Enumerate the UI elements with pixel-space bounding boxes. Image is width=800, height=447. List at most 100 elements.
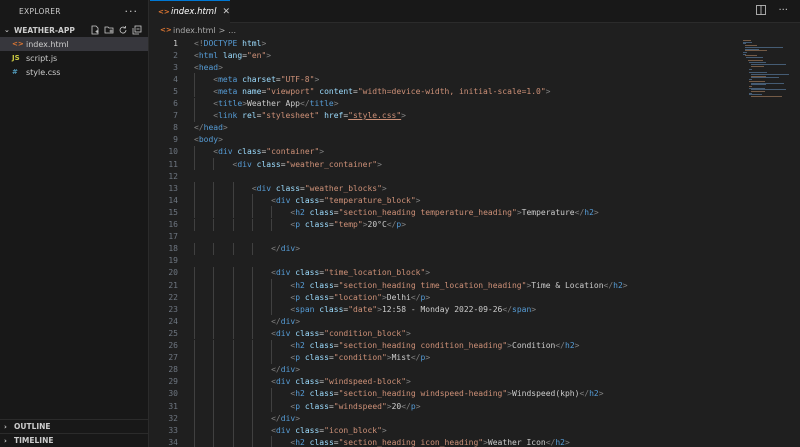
code-line[interactable]: 1 <!DOCTYPE html> [150, 37, 740, 49]
code-line[interactable]: 25 <div class="condition_block"> [150, 327, 740, 340]
new-file-icon[interactable] [90, 25, 100, 35]
code-token: </ [603, 280, 614, 290]
breadcrumb-file[interactable]: index.html [173, 26, 216, 35]
code-line[interactable]: 10 <div class="container"> [150, 145, 740, 158]
indent-guide [251, 206, 253, 219]
code-token: > [381, 425, 387, 435]
code-line[interactable]: 3 <head> [150, 61, 740, 73]
refresh-icon[interactable] [118, 25, 128, 35]
line-number: 32 [168, 413, 178, 423]
code-line[interactable]: 2 <html lang="en"> [150, 49, 740, 61]
code-line[interactable]: 27 <p class="condition">Mist</p> [150, 351, 740, 364]
timeline-section[interactable]: › TIMELINE [0, 433, 149, 447]
code-token: <! [194, 38, 204, 48]
code-line[interactable]: 5 <meta name="viewport" content="width=de… [150, 85, 740, 98]
code-text: <h2 class="section_heading icon_heading"… [290, 438, 569, 447]
code-line[interactable]: 9 <body> [150, 134, 740, 146]
line-number: 18 [168, 244, 178, 254]
code-token: h2 [589, 389, 599, 399]
code-text: <meta name="viewport" content="width=dev… [213, 87, 550, 96]
code-line[interactable]: 6 <title>Weather App</title> [150, 97, 740, 110]
indent-guide [271, 436, 273, 447]
code-line[interactable]: 31 <p class="windspeed">20</p> [150, 400, 740, 412]
line-number: 5 [173, 86, 178, 96]
file-item-index-html[interactable]: <> index.html [0, 37, 148, 51]
code-line[interactable]: 23 <span class="date">12:58 - Monday 2022… [150, 303, 740, 316]
code-token: h2 [295, 341, 305, 350]
code-line[interactable]: 7 <link rel="stylesheet" href="style.css"… [150, 109, 740, 122]
code-token: 20°C [367, 220, 387, 229]
indent-guide [194, 242, 195, 255]
outline-section[interactable]: › OUTLINE [0, 419, 149, 433]
code-token: </ [555, 341, 565, 350]
code-line[interactable]: 17 [150, 231, 740, 243]
code-token: > [593, 207, 599, 217]
code-line[interactable]: 34 <h2 class="section_heading icon_headin… [150, 436, 740, 447]
breadcrumb-rest[interactable]: ... [228, 26, 236, 35]
indent-guide [213, 387, 215, 400]
code-line[interactable]: 30 <h2 class="section_heading windspeed-h… [150, 387, 740, 400]
code-line[interactable]: 22 <p class="location">Delhi</p> [150, 291, 740, 304]
code-token: "UTF-8" [280, 74, 315, 84]
code-line[interactable]: 29 <div class="windspeed-block"> [150, 375, 740, 388]
code-text: <p class="condition">Mist</p> [290, 353, 430, 362]
code-line[interactable]: 4 <meta charset="UTF-8"> [150, 73, 740, 86]
code-token: class [271, 183, 301, 193]
code-line[interactable]: 12 [150, 170, 740, 182]
tab-index-html[interactable]: <> index.html ✕ [150, 0, 230, 23]
indent-guide [232, 412, 234, 425]
code-text: <title>Weather App</title> [213, 99, 338, 108]
code-line[interactable]: 28 </div> [150, 363, 740, 376]
code-token: </ [271, 244, 281, 254]
code-line[interactable]: 24 </div> [150, 315, 740, 328]
code-line[interactable]: 21 <h2 class="section_heading time_locati… [150, 279, 740, 291]
collapse-all-icon[interactable] [132, 25, 142, 35]
code-line[interactable]: 16 <p class="temp">20°C</p> [150, 218, 740, 231]
code-line[interactable]: 14 <div class="temperature_block"> [150, 194, 740, 207]
code-line[interactable]: 15 <h2 class="section_heading temperature… [150, 206, 740, 219]
split-editor-icon[interactable] [756, 5, 767, 18]
code-token: Temperature [521, 207, 575, 217]
indent-guide [194, 363, 195, 376]
code-token: </ [300, 99, 310, 108]
tab-actions: ··· [756, 5, 788, 18]
file-item-script-js[interactable]: JS script.js [0, 51, 148, 65]
code-token: > [406, 377, 411, 387]
code-text: </div> [271, 365, 300, 374]
code-token: meta [218, 86, 238, 96]
code-line[interactable]: 26 <h2 class="section_heading condition_h… [150, 339, 740, 352]
file-name: index.html [26, 39, 69, 49]
code-token: > [295, 413, 301, 423]
indent-guide [213, 279, 215, 291]
code-line[interactable]: 13 <div class="weather_blocks"> [150, 182, 740, 195]
line-number: 19 [168, 256, 178, 266]
code-token: </ [271, 316, 281, 326]
code-line[interactable]: 32 </div> [150, 412, 740, 425]
indent-guide [213, 424, 215, 437]
code-line[interactable]: 19 [150, 255, 740, 267]
code-token: "container" [266, 147, 320, 157]
code-line[interactable]: 18 </div> [150, 242, 740, 255]
line-number: 9 [173, 135, 178, 145]
code-token: class [304, 341, 334, 350]
more-actions-icon[interactable]: ··· [778, 5, 788, 18]
code-line[interactable]: 33 <div class="icon_block"> [150, 424, 740, 437]
code-token: > [314, 74, 320, 84]
code-token: meta [218, 74, 238, 84]
file-item-style-css[interactable]: # style.css [0, 65, 148, 79]
code-token: class [290, 425, 320, 435]
folder-weather-app[interactable]: ⌄ WEATHER-APP [0, 23, 148, 37]
code-line[interactable]: 8 </head> [150, 122, 740, 134]
code-editor[interactable]: 1 <!DOCTYPE html> 2 <html lang="en"> 3 <head>… [150, 37, 740, 447]
code-token: head [198, 62, 219, 72]
line-number: 1 [173, 38, 178, 48]
breadcrumb-separator: > [218, 25, 226, 35]
code-token: > [401, 220, 407, 229]
more-actions-icon[interactable]: ··· [125, 5, 139, 18]
close-icon[interactable]: ✕ [222, 7, 230, 17]
code-line[interactable]: 20 <div class="time_location_block"> [150, 266, 740, 279]
code-token: h2 [295, 207, 305, 217]
code-line[interactable]: 11 <div class="weather_container"> [150, 158, 740, 170]
new-folder-icon[interactable] [104, 25, 114, 35]
editor-scrollbar[interactable] [790, 37, 800, 447]
